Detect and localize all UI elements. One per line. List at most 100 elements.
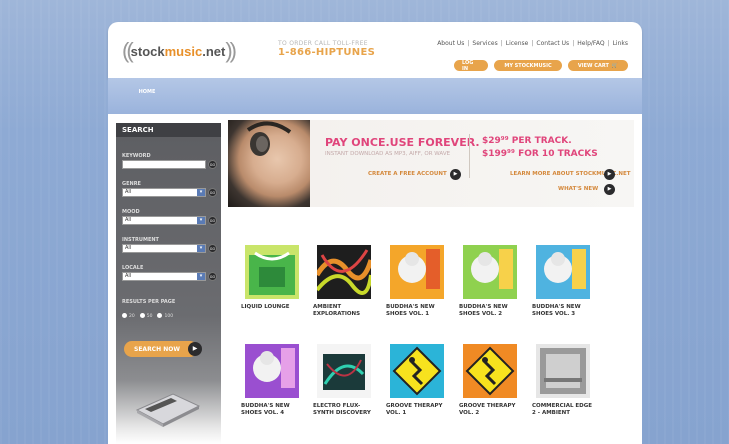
top-links: About Us | Services | License | Contact Us |…	[437, 40, 628, 47]
nav-item-7[interactable]	[492, 89, 546, 95]
nav-item-2[interactable]	[182, 89, 236, 95]
search-now-button[interactable]: SEARCH NOW ▶	[124, 341, 202, 357]
arrow-right-icon[interactable]: ▶	[450, 169, 461, 180]
locale-value: All	[125, 273, 132, 279]
whats-new-link[interactable]: WHAT'S NEW	[558, 186, 598, 192]
album-cover[interactable]	[463, 344, 517, 398]
album-cover[interactable]	[390, 245, 444, 299]
site-logo[interactable]: (( stock music .net ))	[122, 34, 237, 68]
keyword-go-button[interactable]: GO	[208, 160, 217, 169]
logo-music: music	[164, 43, 203, 59]
radio-50[interactable]: 50	[139, 313, 152, 319]
tollfree-label: TO ORDER CALL TOLL-FREE	[278, 40, 368, 47]
album-card[interactable]: GROOVE THERAPY VOL. 1	[386, 344, 448, 417]
keyword-label: KEYWORD	[122, 153, 151, 159]
album-title[interactable]: BUDDHA'S NEW SHOES VOL. 1	[386, 304, 448, 318]
instrument-select[interactable]: All ▾	[122, 244, 206, 253]
genre-select[interactable]: All ▾	[122, 188, 206, 197]
locale-go-button[interactable]: GO	[208, 272, 217, 281]
view-cart-button[interactable]: VIEW CART 🛒	[568, 60, 628, 71]
mood-label: MOOD	[122, 209, 140, 215]
mood-value: All	[125, 217, 132, 223]
keyword-input[interactable]	[122, 160, 206, 169]
logo-stock: stock	[130, 43, 165, 59]
album-cover[interactable]	[317, 245, 371, 299]
header-buttons: LOG IN MY STOCKMUSIC VIEW CART 🛒	[454, 60, 628, 72]
price-per-track: $29⁹⁹ PER TRACK.	[482, 136, 572, 146]
tollfree-block: TO ORDER CALL TOLL-FREE 1-866-HIPTUNES	[278, 40, 398, 58]
album-title[interactable]: AMBIENT EXPLORATIONS	[313, 304, 375, 318]
link-about-us[interactable]: About Us	[437, 40, 464, 47]
radio-100[interactable]: 100	[157, 313, 173, 319]
album-title[interactable]: ELECTRO FLUX-SYNTH DISCOVERY	[313, 403, 375, 417]
chevron-down-icon: ▾	[197, 189, 205, 196]
logo-paren-left: ((	[122, 38, 134, 63]
album-card[interactable]: GROOVE THERAPY VOL. 2	[459, 344, 521, 417]
create-account-link[interactable]: CREATE A FREE ACCOUNT	[368, 171, 447, 177]
arrow-right-icon[interactable]: ▶	[604, 169, 615, 180]
login-button[interactable]: LOG IN	[454, 60, 488, 72]
locale-label: LOCALE	[122, 265, 144, 271]
album-title[interactable]: GROOVE THERAPY VOL. 1	[386, 403, 448, 417]
album-card[interactable]: BUDDHA'S NEW SHOES VOL. 4	[241, 344, 303, 417]
mood-go-button[interactable]: GO	[208, 216, 217, 225]
genre-go-button[interactable]: GO	[208, 188, 217, 197]
album-card[interactable]: ELECTRO FLUX-SYNTH DISCOVERY	[313, 344, 375, 417]
logo-paren-right: ))	[225, 38, 237, 63]
link-contact-us[interactable]: Contact Us	[536, 40, 569, 47]
results-per-page-label: RESULTS PER PAGE	[122, 299, 176, 305]
album-title[interactable]: BUDDHA'S NEW SHOES VOL. 2	[459, 304, 521, 318]
album-cover[interactable]	[245, 245, 299, 299]
genre-label: GENRE	[122, 181, 141, 187]
arrow-right-icon: ▶	[188, 342, 202, 356]
my-stockmusic-button[interactable]: MY STOCKMUSIC	[494, 60, 562, 71]
album-title[interactable]: LIQUID LOUNGE	[241, 304, 303, 311]
album-cover[interactable]	[463, 245, 517, 299]
link-links[interactable]: Links	[613, 40, 628, 47]
album-cover[interactable]	[390, 344, 444, 398]
album-card[interactable]: BUDDHA'S NEW SHOES VOL. 3	[532, 245, 594, 318]
album-card[interactable]: COMMERCIAL EDGE 2 - AMBIENT	[532, 344, 594, 417]
album-cover[interactable]	[317, 344, 371, 398]
mood-select[interactable]: All ▾	[122, 216, 206, 225]
album-cover[interactable]	[536, 245, 590, 299]
arrow-right-icon[interactable]: ▶	[604, 184, 615, 195]
woman-headphones-image	[228, 120, 310, 207]
nav-item-3[interactable]	[244, 89, 298, 95]
album-cover[interactable]	[245, 344, 299, 398]
album-title[interactable]: BUDDHA'S NEW SHOES VOL. 3	[532, 304, 594, 318]
link-license[interactable]: License	[506, 40, 529, 47]
album-card[interactable]: LIQUID LOUNGE	[241, 245, 303, 311]
instrument-value: All	[125, 245, 132, 251]
chevron-down-icon: ▾	[197, 217, 205, 224]
nav-item-4[interactable]	[306, 89, 360, 95]
album-title[interactable]: BUDDHA'S NEW SHOES VOL. 4	[241, 403, 303, 417]
price-ten-tracks: $199⁹⁹ FOR 10 TRACKS	[482, 149, 598, 159]
locale-select[interactable]: All ▾	[122, 272, 206, 281]
chevron-down-icon: ▾	[197, 273, 205, 280]
link-help-faq[interactable]: Help/FAQ	[577, 40, 604, 47]
instrument-label: INSTRUMENT	[122, 237, 159, 243]
results-radio-group: 20 50 100	[122, 313, 173, 319]
album-cover[interactable]	[536, 344, 590, 398]
promo-banner: PAY ONCE.USE FOREVER. INSTANT DOWNLOAD A…	[228, 120, 634, 207]
tollfree-number: 1-866-HIPTUNES	[278, 47, 376, 58]
album-card[interactable]: BUDDHA'S NEW SHOES VOL. 2	[459, 245, 521, 318]
album-card[interactable]: BUDDHA'S NEW SHOES VOL. 1	[386, 245, 448, 318]
album-title[interactable]: GROOVE THERAPY VOL. 2	[459, 403, 521, 417]
logo-net: .net	[202, 43, 226, 59]
banner-subtitle: INSTANT DOWNLOAD AS MP3, AIFF, OR WAVE	[325, 151, 451, 157]
album-card[interactable]: AMBIENT EXPLORATIONS	[313, 245, 375, 318]
nav-item-8[interactable]	[554, 89, 608, 95]
radio-20[interactable]: 20	[122, 313, 135, 319]
instrument-go-button[interactable]: GO	[208, 244, 217, 253]
main-nav: HOME	[108, 78, 642, 114]
chevron-down-icon: ▾	[197, 245, 205, 252]
banner-title: PAY ONCE.USE FOREVER.	[325, 136, 480, 149]
genre-value: All	[125, 189, 132, 195]
nav-item-5[interactable]	[368, 89, 422, 95]
album-title[interactable]: COMMERCIAL EDGE 2 - AMBIENT	[532, 403, 594, 417]
nav-item-6[interactable]	[430, 89, 484, 95]
link-services[interactable]: Services	[472, 40, 497, 47]
nav-home[interactable]: HOME	[120, 89, 174, 95]
